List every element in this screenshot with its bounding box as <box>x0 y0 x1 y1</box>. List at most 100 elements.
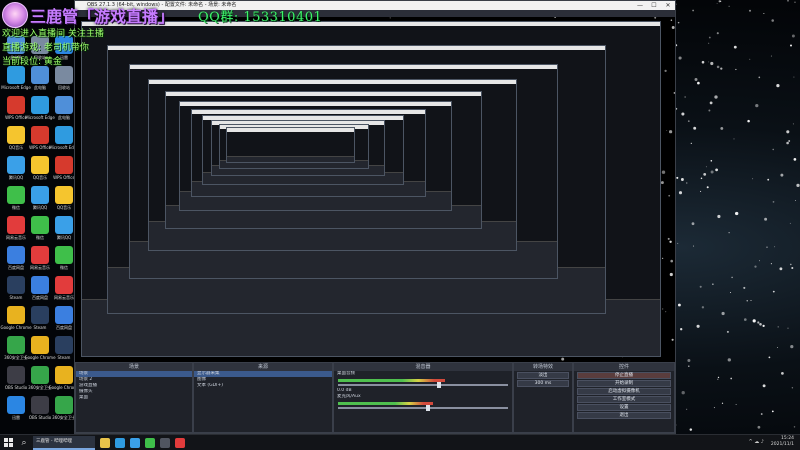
snow-dot <box>714 95 718 99</box>
audio-meter <box>338 379 445 382</box>
snow-dot <box>708 42 710 44</box>
virtual-camera-button[interactable]: 启动虚拟摄像机 <box>577 388 671 395</box>
snow-dot <box>676 176 679 179</box>
snow-dot <box>671 338 674 341</box>
snow-dot <box>389 17 391 19</box>
snow-dot <box>667 237 670 240</box>
stop-streaming-button[interactable]: 停止直播 <box>577 372 671 379</box>
source-item[interactable]: 文本 (GDI+) <box>194 383 332 389</box>
snow-dot <box>779 267 783 271</box>
snow-dot <box>763 13 765 14</box>
desktop-icon-image <box>55 216 73 234</box>
transition-select[interactable]: 淡出 <box>517 372 569 379</box>
desktop-icon-image <box>31 336 49 354</box>
snow-dot <box>743 286 746 289</box>
desktop-icon-image <box>55 366 73 384</box>
snow-dot <box>710 61 714 66</box>
snow-dot <box>772 201 775 203</box>
snow-dot <box>690 142 692 144</box>
scene-item[interactable]: 桌面 <box>76 395 192 401</box>
nested-titlebar <box>192 110 425 114</box>
start-recording-button[interactable]: 开始录制 <box>577 380 671 387</box>
fader-knob[interactable] <box>437 382 441 388</box>
snow-dot <box>760 413 763 415</box>
snow-dot <box>777 326 779 328</box>
snow-dot <box>716 65 720 69</box>
tray-clock[interactable]: 15:24 2021/11/1 <box>771 436 794 450</box>
snow-dot <box>791 34 795 38</box>
snow-dot <box>692 245 695 247</box>
snow-dot <box>686 182 688 184</box>
snow-dot <box>728 5 730 7</box>
exit-button[interactable]: 退出 <box>577 412 671 419</box>
mixer-dock: 混音器 桌面音频 0.0 dB 麦克风/Aux <box>333 362 513 433</box>
desktop-icon-image <box>55 186 73 204</box>
desktop-icon-image <box>55 126 73 144</box>
explorer-icon[interactable] <box>100 438 110 448</box>
netease-icon[interactable] <box>175 438 185 448</box>
streamer-avatar <box>2 2 28 28</box>
snow-dot <box>680 328 683 331</box>
snow-dot <box>771 19 774 22</box>
desktop-icon-label: 网易云音乐 <box>30 265 50 270</box>
desktop-icon-label: QQ音乐 <box>8 145 24 150</box>
snow-dot <box>759 323 762 326</box>
taskbar-active-app[interactable]: 三鹿管 - 哔哩哔哩 <box>33 436 95 450</box>
desktop-icon-image <box>55 156 73 174</box>
desktop-icon-image <box>31 366 49 384</box>
wechat-icon[interactable] <box>145 438 155 448</box>
close-button[interactable]: ✕ <box>661 1 675 10</box>
snow-dot <box>561 357 565 361</box>
snow-dot <box>654 17 657 19</box>
snow-dot <box>726 330 729 333</box>
snow-dot <box>770 55 772 57</box>
volume-fader[interactable] <box>338 382 508 388</box>
qq-icon[interactable] <box>130 438 140 448</box>
maximize-button[interactable]: ☐ <box>647 1 661 10</box>
desktop-icon-label: 网易云音乐 <box>6 235 26 240</box>
search-icon[interactable]: ⌕ <box>18 437 30 449</box>
snow-dot <box>713 407 715 409</box>
tray-icons[interactable]: ^ ☁ ♪ <box>748 439 764 445</box>
snow-dot <box>733 45 737 49</box>
settings-button[interactable]: 设置 <box>577 404 671 411</box>
snow-dot <box>693 126 697 130</box>
snow-dot <box>780 173 784 177</box>
snow-dot <box>710 170 714 174</box>
start-button[interactable] <box>4 438 14 448</box>
nested-titlebar <box>227 128 354 132</box>
edge-icon[interactable] <box>115 438 125 448</box>
desktop-icon-image <box>55 396 73 414</box>
minimize-button[interactable]: — <box>633 1 647 10</box>
snow-dot <box>755 103 759 108</box>
transition-duration[interactable]: 300 ms <box>517 380 569 387</box>
volume-fader[interactable] <box>338 405 508 411</box>
snow-dot <box>728 232 730 234</box>
sources-dock: 来源 显示器采集 图像 文本 (GDI+) <box>193 362 333 433</box>
mixer-channel-name: 麦克风/Aux <box>337 394 361 399</box>
snow-dot <box>770 263 772 265</box>
snow-dot <box>668 130 673 134</box>
audio-meter <box>338 402 433 405</box>
overlay-line: 直播游戏: 老司机带你 <box>2 43 89 53</box>
snow-dot <box>792 123 794 125</box>
desktop-icon-image <box>7 276 25 294</box>
snow-dot <box>752 178 754 180</box>
snow-dot <box>793 158 797 161</box>
snow-dot <box>717 376 720 379</box>
snow-dot <box>795 200 796 201</box>
snow-dot <box>691 222 695 226</box>
snow-dot <box>730 292 731 293</box>
snow-dot <box>754 265 757 268</box>
snow-dot <box>692 9 694 12</box>
desktop-icon-label: 腾讯QQ <box>32 205 48 210</box>
snow-dot <box>772 290 775 293</box>
snow-dot <box>716 2 718 4</box>
desktop-icon-image <box>7 186 25 204</box>
snow-dot <box>689 428 693 431</box>
studio-mode-button[interactable]: 工作室模式 <box>577 396 671 403</box>
fader-knob[interactable] <box>426 405 430 411</box>
desktop-icon-label: 微信 <box>60 265 68 270</box>
snow-dot <box>720 67 723 70</box>
obs-icon[interactable] <box>160 438 170 448</box>
